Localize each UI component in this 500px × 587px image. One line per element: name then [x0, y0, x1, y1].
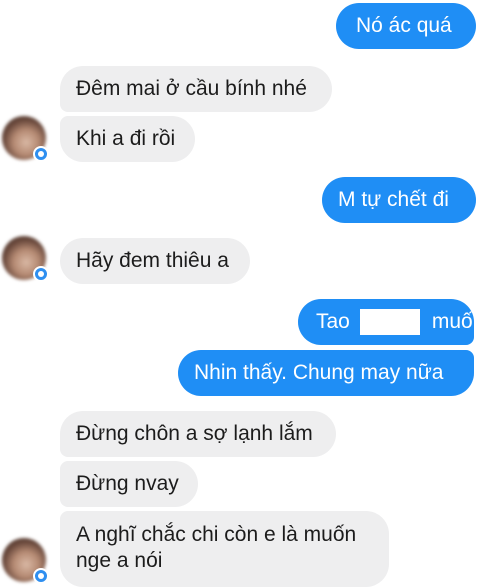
message-text: Nó ác quá: [356, 14, 452, 37]
incoming-message[interactable]: A nghĩ chắc chi còn e là muốn nge a nói: [60, 511, 389, 587]
outgoing-message[interactable]: Tao muốn: [298, 299, 484, 345]
outgoing-message[interactable]: M tự chết đi: [322, 177, 476, 223]
message-text-line: nge a nói: [76, 549, 163, 572]
message-text: Đêm mai ở cầu bính nhé: [76, 77, 307, 100]
message-text-start: Tao: [316, 310, 350, 333]
message-text-end: muốn: [431, 310, 485, 333]
messenger-badge-icon: [33, 266, 49, 282]
message-text: Đừng nvay: [76, 472, 179, 495]
contact-avatar[interactable]: [2, 236, 49, 282]
contact-avatar[interactable]: [2, 116, 49, 162]
incoming-message[interactable]: Đừng nvay: [60, 461, 198, 507]
outgoing-message[interactable]: Nó ác quá: [336, 3, 476, 49]
outgoing-message[interactable]: Nhin thấy. Chung may nữa: [178, 350, 474, 396]
incoming-message[interactable]: Khi a đi rồi: [60, 116, 195, 162]
message-text: Đừng chôn a sợ lạnh lắm: [76, 422, 313, 445]
incoming-message[interactable]: Đêm mai ở cầu bính nhé: [60, 66, 332, 112]
incoming-message[interactable]: Đừng chôn a sợ lạnh lắm: [60, 411, 336, 457]
contact-avatar[interactable]: [2, 538, 49, 584]
message-text-line: A nghĩ chắc chi còn e là muốn: [76, 523, 357, 546]
message-text: Hãy đem thiêu a: [76, 249, 229, 272]
message-text: M tự chết đi: [338, 188, 449, 211]
messenger-badge-icon: [33, 568, 49, 584]
message-thread: Nó ác quá Đêm mai ở cầu bính nhé Khi a đ…: [0, 0, 500, 587]
redacted-block: [359, 309, 420, 335]
messenger-badge-icon: [33, 146, 49, 162]
message-text: Nhin thấy. Chung may nữa: [194, 361, 444, 384]
message-text: Khi a đi rồi: [76, 127, 176, 150]
incoming-message[interactable]: Hãy đem thiêu a: [60, 238, 250, 284]
